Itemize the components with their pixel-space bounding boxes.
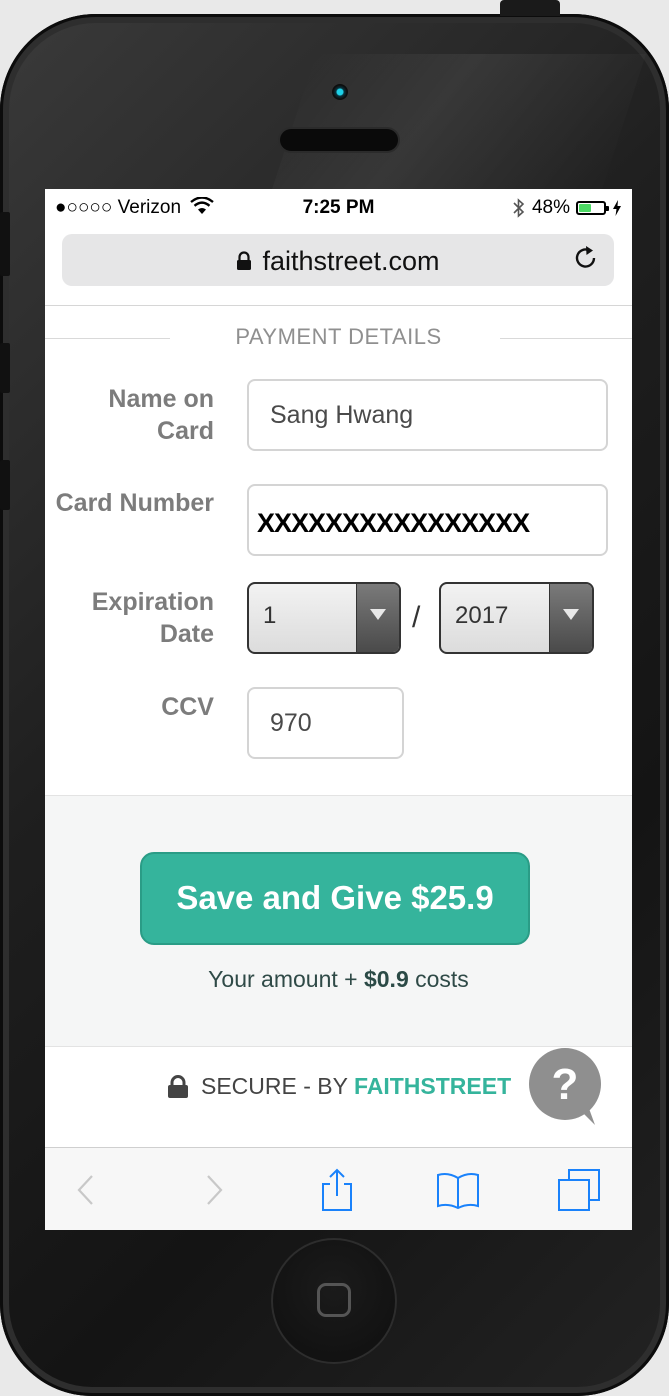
power-button <box>500 0 560 16</box>
url-text: faithstreet.com <box>262 246 440 276</box>
mute-switch <box>0 212 10 276</box>
bookmarks-icon[interactable] <box>436 1168 480 1212</box>
help-icon[interactable]: ? <box>527 1047 605 1125</box>
ccv-input[interactable]: 970 <box>247 687 404 759</box>
name-label-line-2: Card <box>157 417 214 445</box>
secure-prefix: SECURE - BY <box>201 1073 354 1099</box>
save-and-give-button[interactable]: Save and Give $25.9 <box>140 852 530 945</box>
faithstreet-brand[interactable]: FAITHSTREET <box>354 1073 511 1099</box>
give-section: Save and Give $25.9 Your amount + $0.9 c… <box>45 795 632 1047</box>
volume-down-button <box>0 460 10 510</box>
costs-suffix: costs <box>408 966 469 992</box>
battery-level <box>579 204 591 212</box>
expiration-year-value: 2017 <box>455 602 509 629</box>
secure-notice: SECURE - BY FAITHSTREET <box>165 1073 511 1100</box>
expiration-separator: / <box>412 601 421 634</box>
help-glyph: ? <box>552 1060 579 1109</box>
card-number-label: Card Number <box>55 489 214 517</box>
card-number-input[interactable]: XXXXXXXXXXXXXXXX <box>247 484 608 556</box>
battery-percent: 48% <box>531 197 570 218</box>
costs-amount: $0.9 <box>363 966 409 992</box>
reload-icon[interactable] <box>572 244 600 272</box>
name-on-card-value: Sang Hwang <box>270 400 414 429</box>
tabs-icon[interactable] <box>557 1168 601 1212</box>
status-bar: ●○○○○ Verizon 7:25 PM 48% <box>45 189 632 227</box>
battery-icon <box>576 201 609 215</box>
ccv-label: CCV <box>161 693 214 721</box>
heading-rule-right <box>500 338 632 339</box>
expiration-label-line-2: Date <box>159 620 214 648</box>
phone-screen: ●○○○○ Verizon 7:25 PM 48% faithstreet.co… <box>45 189 632 1230</box>
card-number-value: XXXXXXXXXXXXXXXX <box>257 507 530 538</box>
back-icon[interactable] <box>65 1168 109 1212</box>
front-camera <box>332 84 348 100</box>
name-on-card-input[interactable]: Sang Hwang <box>247 379 608 451</box>
expiration-month-value: 1 <box>263 602 277 629</box>
volume-up-button <box>0 343 10 393</box>
share-icon[interactable] <box>315 1168 359 1212</box>
browser-toolbar <box>45 1147 632 1230</box>
status-right: 48% <box>512 197 622 219</box>
chevron-down-icon <box>549 584 592 652</box>
name-on-card-label: Name on Card <box>108 383 214 447</box>
ccv-value: 970 <box>270 708 312 737</box>
section-title: PAYMENT DETAILS <box>235 324 442 349</box>
bluetooth-icon <box>513 198 525 218</box>
costs-note: Your amount + $0.9 costs <box>45 966 632 993</box>
expiration-month-select[interactable]: 1 <box>247 582 401 654</box>
earpiece-speaker <box>280 129 398 151</box>
costs-prefix: Your amount + <box>208 966 364 992</box>
expiration-date-label: Expiration Date <box>92 586 214 650</box>
home-button-square <box>317 1283 351 1317</box>
expiration-year-select[interactable]: 2017 <box>439 582 594 654</box>
payment-details-heading: PAYMENT DETAILS <box>45 323 632 353</box>
forward-icon[interactable] <box>191 1168 235 1212</box>
expiration-label-line-1: Expiration <box>91 588 214 616</box>
address-bar[interactable]: faithstreet.com <box>62 234 614 286</box>
name-label-line-1: Name on <box>108 385 214 413</box>
lock-icon <box>168 1074 188 1098</box>
chevron-down-icon <box>356 584 399 652</box>
charging-bolt-icon <box>613 200 621 216</box>
address-bar-divider <box>45 305 632 306</box>
lock-icon <box>237 251 252 270</box>
address-display[interactable]: faithstreet.com <box>62 246 614 277</box>
